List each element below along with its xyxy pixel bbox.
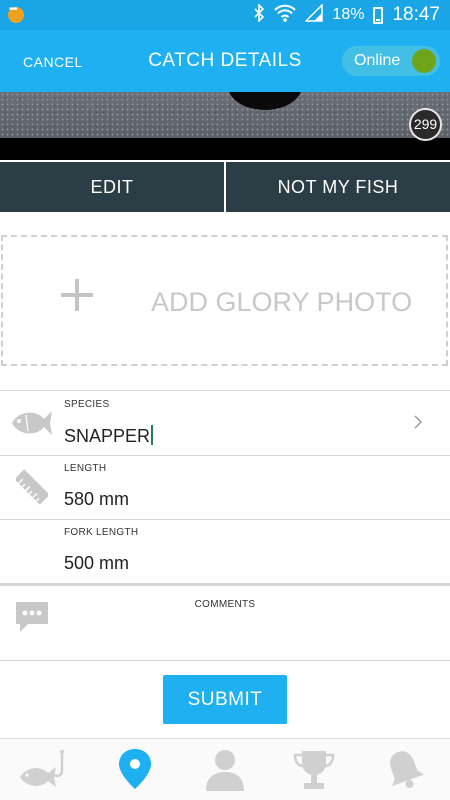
person-icon bbox=[206, 750, 244, 791]
battery-icon bbox=[373, 6, 384, 24]
online-toggle[interactable]: Online bbox=[342, 46, 440, 76]
battery-percent: 18% bbox=[332, 6, 365, 23]
action-bar: EDIT NOT MY FISH bbox=[0, 162, 450, 212]
add-glory-photo-label: ADD GLORY PHOTO bbox=[151, 287, 413, 317]
length-value[interactable]: 580 mm bbox=[64, 489, 129, 510]
length-row[interactable]: LENGTH 580 mm bbox=[0, 455, 450, 519]
text-cursor bbox=[151, 425, 154, 445]
toggle-knob bbox=[412, 49, 436, 73]
app-bar: CANCEL CATCH DETAILS Online bbox=[0, 30, 450, 92]
clock: 18:47 bbox=[392, 4, 440, 25]
photo-image bbox=[0, 92, 450, 138]
fish-hook-icon bbox=[20, 750, 64, 787]
species-row[interactable]: SPECIES SNAPPER bbox=[0, 390, 450, 455]
comments-row[interactable]: COMMENTS bbox=[0, 583, 450, 661]
tab-leaderboard[interactable] bbox=[292, 747, 336, 793]
fish-icon bbox=[10, 407, 54, 444]
bluetooth-icon bbox=[253, 3, 265, 26]
online-label: Online bbox=[354, 52, 401, 69]
submit-button[interactable]: SUBMIT bbox=[163, 675, 287, 724]
edit-button[interactable]: EDIT bbox=[0, 162, 224, 212]
trophy-icon bbox=[293, 751, 335, 789]
photo-count-badge: 299 bbox=[409, 108, 442, 141]
signal-icon bbox=[304, 3, 324, 26]
tab-notifications[interactable] bbox=[384, 747, 425, 793]
tab-profile[interactable] bbox=[204, 747, 246, 793]
fork-length-value[interactable]: 500 mm bbox=[64, 553, 129, 574]
catch-photo[interactable] bbox=[0, 92, 450, 160]
chevron-right-icon[interactable] bbox=[414, 413, 423, 434]
species-value: SNAPPER bbox=[64, 426, 151, 446]
status-bar: 18% 18:47 bbox=[0, 0, 450, 30]
tab-map[interactable] bbox=[117, 747, 153, 793]
fork-length-label: FORK LENGTH bbox=[64, 527, 139, 538]
plus-icon bbox=[61, 279, 93, 311]
ruler-icon bbox=[14, 469, 50, 510]
species-field[interactable]: SNAPPER bbox=[64, 425, 154, 447]
bottom-tab-bar bbox=[0, 738, 450, 800]
bell-icon bbox=[390, 751, 425, 789]
fork-length-row[interactable]: FORK LENGTH 500 mm bbox=[0, 519, 450, 583]
map-pin-icon bbox=[119, 749, 151, 789]
catch-details-screen: 18% 18:47 CANCEL CATCH DETAILS Online 29… bbox=[0, 0, 450, 800]
species-label: SPECIES bbox=[64, 399, 110, 410]
not-my-fish-button[interactable]: NOT MY FISH bbox=[224, 162, 450, 212]
length-label: LENGTH bbox=[64, 463, 107, 474]
notification-icon bbox=[8, 4, 24, 23]
tab-catches[interactable] bbox=[16, 747, 72, 793]
wifi-icon bbox=[274, 4, 297, 26]
add-glory-photo-area[interactable]: ADD GLORY PHOTO bbox=[1, 235, 448, 366]
comments-label: COMMENTS bbox=[194, 599, 256, 610]
